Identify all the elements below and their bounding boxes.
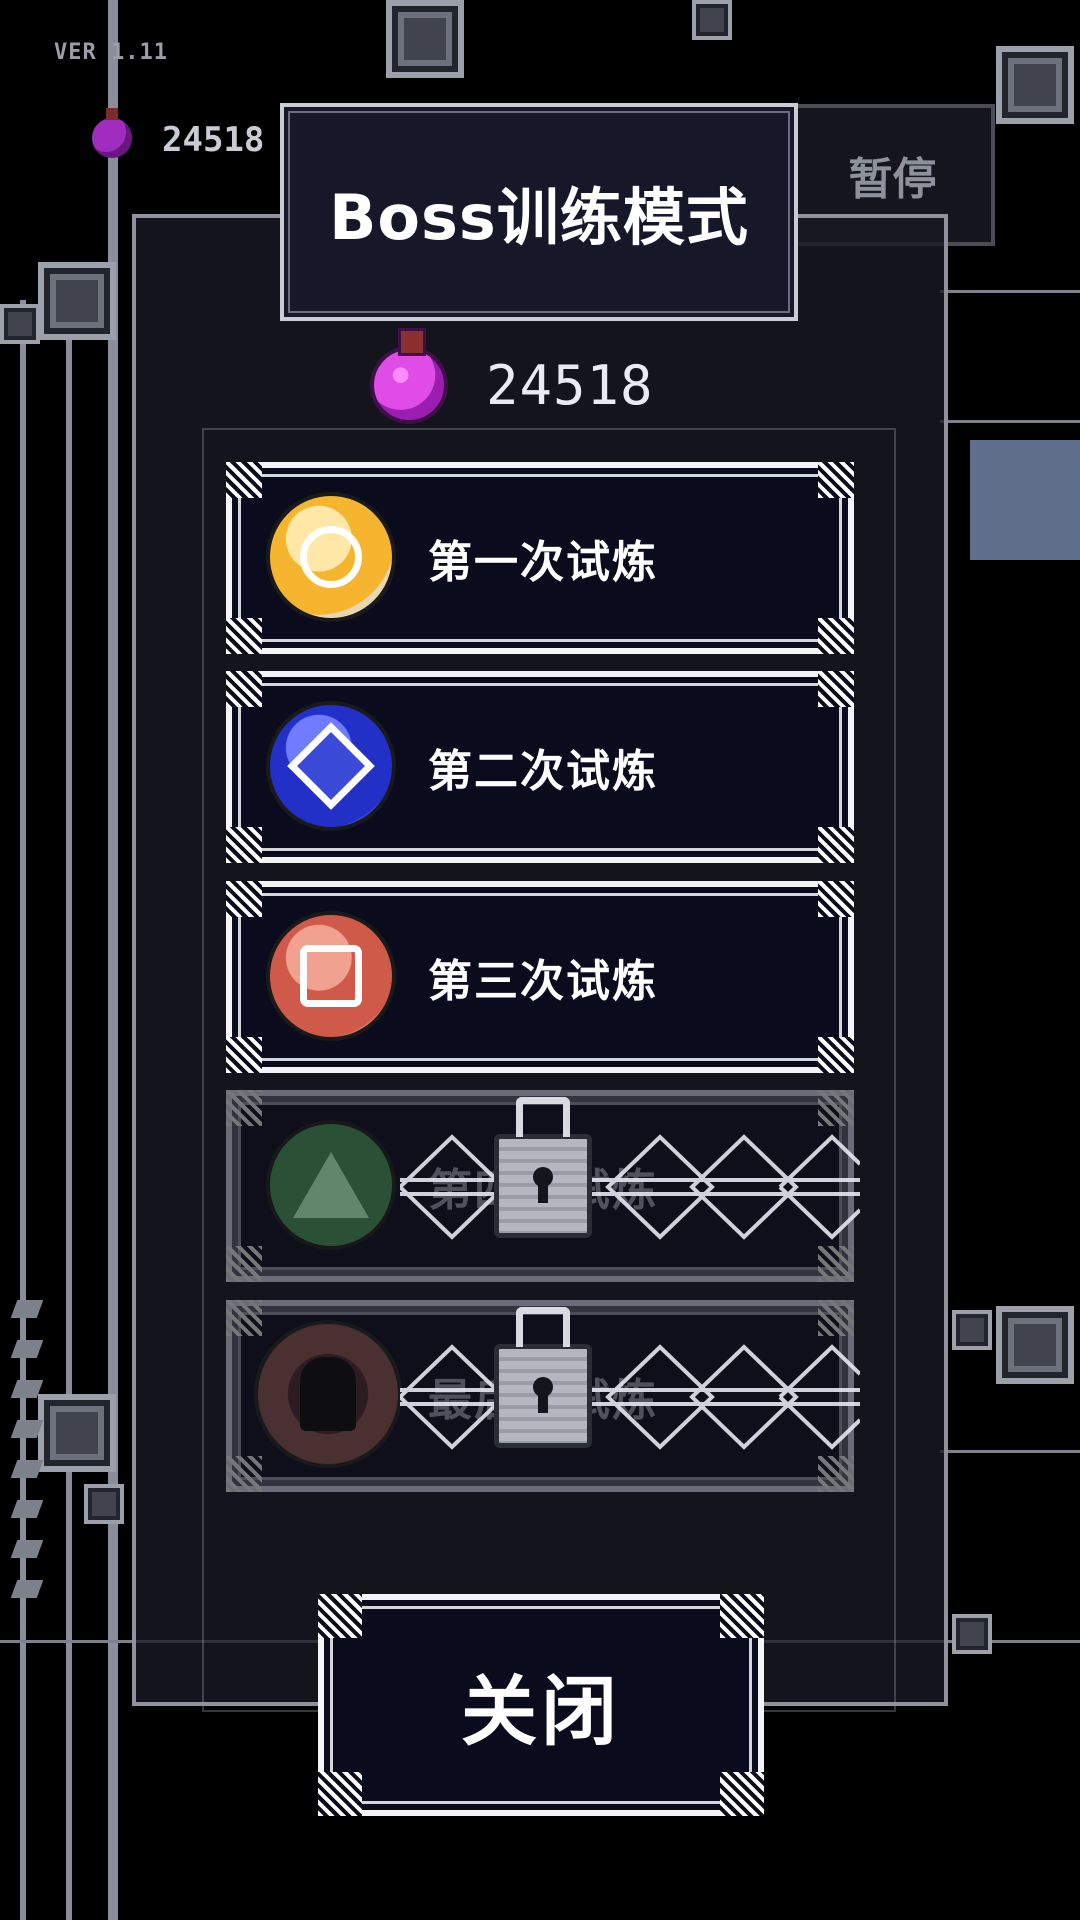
red-medal-icon (266, 911, 396, 1041)
medal-emblem (300, 945, 362, 1007)
hud-coin-count: 24518 (162, 120, 265, 160)
keyhole (533, 1377, 553, 1413)
trial-button-2[interactable]: 第二次试炼 (226, 671, 854, 863)
background-structure (970, 440, 1080, 560)
corner-ornament (226, 881, 262, 917)
padlock-icon (494, 1307, 592, 1448)
background-line (940, 290, 1080, 293)
trial-label: 第二次试炼 (428, 746, 658, 797)
trial-label: 第一次试炼 (428, 537, 658, 588)
gold-medal-icon (266, 492, 396, 622)
corner-ornament (226, 1037, 262, 1073)
corner-ornament (226, 462, 262, 498)
background-block (996, 1306, 1074, 1384)
version-label: VER 1.11 (54, 40, 168, 65)
currency-value: 24518 (486, 353, 654, 417)
corner-ornament (318, 1772, 362, 1816)
corner-ornament (818, 1300, 854, 1336)
trial-button-4-locked[interactable]: 第四次试炼 (226, 1090, 860, 1282)
corner-ornament (818, 827, 854, 863)
background-block (692, 0, 732, 40)
medal-emblem (287, 513, 375, 601)
close-button[interactable]: 关闭 (318, 1594, 764, 1816)
dialog-title: Boss训练模式 (329, 181, 749, 254)
corner-ornament (818, 1037, 854, 1073)
corner-ornament (818, 462, 854, 498)
dark-medal-icon (254, 1320, 402, 1468)
corner-ornament (818, 1456, 854, 1492)
trial-button-3[interactable]: 第三次试炼 (226, 881, 854, 1073)
corner-ornament (818, 881, 854, 917)
background-block (38, 1394, 116, 1472)
currency-display: 24518 (370, 328, 654, 428)
corner-ornament (818, 1246, 854, 1282)
background-stair (10, 1580, 44, 1598)
background-block (84, 1484, 124, 1524)
medal-emblem (300, 1357, 356, 1431)
corner-ornament (226, 671, 262, 707)
background-block (952, 1310, 992, 1350)
corner-ornament (318, 1594, 362, 1638)
dialog-title-box: Boss训练模式 (280, 103, 798, 321)
background-rail (66, 300, 72, 1920)
corner-ornament (226, 1090, 262, 1126)
background-block (38, 262, 116, 340)
blue-medal-icon (266, 701, 396, 831)
background-stair (10, 1500, 44, 1518)
corner-ornament (226, 1456, 262, 1492)
corner-ornament (720, 1772, 764, 1816)
medal-emblem (293, 1152, 369, 1218)
corner-ornament (226, 1246, 262, 1282)
corner-ornament (720, 1594, 764, 1638)
background-rail (20, 300, 26, 1920)
corner-ornament (818, 1090, 854, 1126)
padlock-icon (494, 1097, 592, 1238)
trial-button-1[interactable]: 第一次试炼 (226, 462, 854, 654)
background-stair (10, 1340, 44, 1358)
corner-ornament (226, 618, 262, 654)
hud-potion-icon (92, 108, 132, 158)
background-block (952, 1614, 992, 1654)
chain-icon (400, 1344, 860, 1450)
corner-ornament (818, 671, 854, 707)
green-medal-icon (266, 1120, 396, 1250)
corner-ornament (818, 618, 854, 654)
corner-ornament (226, 827, 262, 863)
close-label: 关闭 (461, 1667, 621, 1756)
medal-emblem (287, 722, 375, 810)
potion-icon (370, 328, 448, 424)
trial-label: 第三次试炼 (428, 956, 658, 1007)
background-line (940, 1450, 1080, 1453)
trial-button-5-locked[interactable]: 最后的试炼 (226, 1300, 860, 1492)
background-stair (10, 1460, 44, 1478)
background-stair (10, 1540, 44, 1558)
background-block (386, 0, 464, 78)
chain-icon (400, 1134, 860, 1240)
background-line (940, 420, 1080, 423)
corner-ornament (226, 1300, 262, 1336)
background-stair (10, 1300, 44, 1318)
background-block (996, 46, 1074, 124)
keyhole (533, 1167, 553, 1203)
background-block (0, 304, 40, 344)
